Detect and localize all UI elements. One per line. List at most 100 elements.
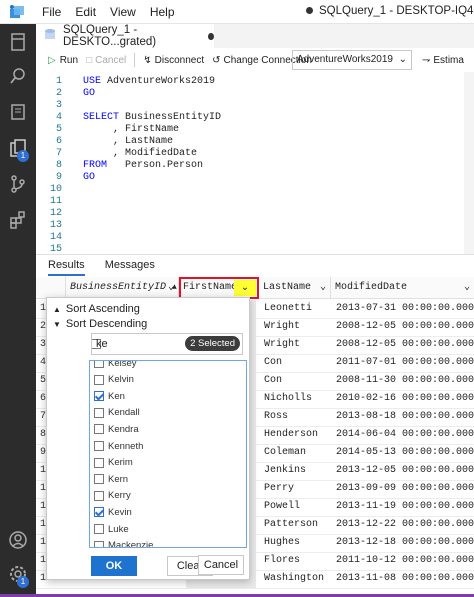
chevron-down-icon[interactable]: ⌄ bbox=[320, 277, 326, 299]
table-cell[interactable]: Henderson bbox=[264, 426, 318, 444]
table-cell[interactable]: Coleman bbox=[264, 444, 306, 462]
menu-view[interactable]: View bbox=[110, 5, 136, 19]
table-cell[interactable]: Washington bbox=[264, 570, 324, 588]
menu-file[interactable]: File bbox=[42, 5, 61, 19]
checkbox[interactable] bbox=[94, 424, 104, 435]
table-cell[interactable]: 2014-05-13 00:00:00.000 bbox=[336, 444, 474, 462]
checkbox[interactable] bbox=[94, 457, 104, 468]
search-icon[interactable] bbox=[8, 66, 28, 86]
code-line[interactable]: 7 , ModifiedDate bbox=[36, 148, 197, 160]
checkbox[interactable] bbox=[94, 474, 104, 485]
ok-button[interactable]: OK bbox=[91, 556, 137, 576]
connections-icon[interactable] bbox=[8, 32, 28, 52]
table-cell[interactable]: Con bbox=[264, 354, 282, 372]
account-icon[interactable] bbox=[8, 530, 28, 550]
table-cell[interactable]: Jenkins bbox=[264, 462, 306, 480]
table-cell[interactable]: Nicholls bbox=[264, 390, 312, 408]
table-cell[interactable]: 2011-07-01 00:00:00.000 bbox=[336, 354, 474, 372]
chevron-down-icon[interactable]: ⌄ bbox=[464, 277, 470, 299]
table-cell[interactable]: 2013-12-05 00:00:00.000 bbox=[336, 462, 474, 480]
filter-list-item[interactable]: Kendra bbox=[94, 421, 139, 437]
table-cell[interactable]: Ross bbox=[264, 408, 288, 426]
code-line[interactable]: 12 bbox=[36, 208, 62, 220]
checkbox[interactable] bbox=[94, 490, 104, 501]
checked-checkbox[interactable] bbox=[94, 507, 104, 518]
filter-list-item[interactable]: Kevin bbox=[94, 504, 132, 520]
settings-gear-icon[interactable]: 1 bbox=[8, 564, 29, 588]
code-line[interactable]: 8 FROM Person.Person bbox=[36, 160, 203, 172]
code-line[interactable]: 3 bbox=[36, 100, 62, 112]
code-line[interactable]: 6 , LastName bbox=[36, 136, 173, 148]
filter-list-item[interactable]: Mackenzie bbox=[94, 538, 153, 547]
cancel-query-button[interactable]: □ Cancel bbox=[86, 55, 126, 66]
checked-checkbox[interactable] bbox=[94, 391, 104, 402]
code-line[interactable]: 1 USE AdventureWorks2019 bbox=[36, 76, 215, 88]
table-cell[interactable]: 2008-12-05 00:00:00.000 bbox=[336, 336, 474, 354]
code-line[interactable]: 5 , FirstName bbox=[36, 124, 179, 136]
column-header-lastname[interactable]: LastName ⌄ bbox=[259, 277, 331, 299]
table-cell[interactable]: Flores bbox=[264, 552, 300, 570]
checkbox[interactable] bbox=[94, 441, 104, 451]
tab-results[interactable]: Results bbox=[48, 259, 85, 276]
disconnect-button[interactable]: ↯ Disconnect bbox=[143, 55, 204, 66]
menu-edit[interactable]: Edit bbox=[75, 5, 96, 19]
checkbox[interactable] bbox=[94, 540, 104, 547]
filter-list-item[interactable]: Luke bbox=[94, 521, 129, 537]
table-cell[interactable]: 2013-12-18 00:00:00.000 bbox=[336, 534, 474, 552]
menu-help[interactable]: Help bbox=[150, 5, 175, 19]
table-cell[interactable]: 2008-12-05 00:00:00.000 bbox=[336, 318, 474, 336]
checkbox[interactable] bbox=[94, 361, 104, 368]
extensions-icon[interactable] bbox=[8, 210, 28, 230]
checkbox[interactable] bbox=[94, 407, 104, 418]
explorer-icon[interactable]: 1 bbox=[8, 138, 29, 162]
notebook-icon[interactable] bbox=[8, 102, 28, 122]
filter-list-item[interactable]: Kerim bbox=[94, 455, 133, 471]
firstname-filter-button[interactable]: ⌄ bbox=[234, 280, 256, 296]
code-editor[interactable]: 1 USE AdventureWorks2019 2 GO 3 4 SELECT Busin… bbox=[36, 72, 474, 255]
column-header-businessentityid[interactable]: BusinessEntityID ▲ ⌄ bbox=[66, 277, 179, 299]
table-cell[interactable]: 2013-08-18 00:00:00.000 bbox=[336, 408, 474, 426]
filter-list-item[interactable]: Kerry bbox=[94, 488, 131, 504]
sort-descending-option[interactable]: ▼ Sort Descending bbox=[53, 318, 147, 330]
code-line[interactable]: 10 bbox=[36, 184, 62, 196]
column-header-modifieddate[interactable]: ModifiedDate ⌄ bbox=[331, 277, 474, 299]
filter-list-item[interactable]: Kendall bbox=[94, 405, 140, 421]
table-cell[interactable]: Patterson bbox=[264, 516, 318, 534]
table-cell[interactable]: Hughes bbox=[264, 534, 300, 552]
source-control-icon[interactable] bbox=[8, 174, 28, 194]
table-cell[interactable]: 2008-11-30 00:00:00.000 bbox=[336, 372, 474, 390]
code-line[interactable]: 9 GO bbox=[36, 172, 95, 184]
table-cell[interactable]: Perry bbox=[264, 480, 294, 498]
unsaved-dot-icon[interactable] bbox=[208, 32, 214, 40]
cancel-filter-button[interactable]: Cancel bbox=[198, 555, 244, 575]
table-cell[interactable]: Wright bbox=[264, 336, 300, 354]
table-cell[interactable]: 2010-02-16 00:00:00.000 bbox=[336, 390, 474, 408]
table-cell[interactable]: Powell bbox=[264, 498, 300, 516]
filter-list-item[interactable]: Kenneth bbox=[94, 438, 143, 454]
table-cell[interactable]: 2013-09-09 00:00:00.000 bbox=[336, 480, 474, 498]
filter-list-item[interactable]: Kern bbox=[94, 471, 128, 487]
checkbox[interactable] bbox=[94, 374, 104, 385]
code-line[interactable]: 2 GO bbox=[36, 88, 95, 100]
code-line[interactable]: 11 bbox=[36, 196, 62, 208]
table-cell[interactable]: 2013-07-31 00:00:00.000 bbox=[336, 300, 474, 318]
checkbox[interactable] bbox=[94, 524, 104, 534]
table-cell[interactable]: 2013-12-22 00:00:00.000 bbox=[336, 516, 474, 534]
table-cell[interactable]: 2014-06-04 00:00:00.000 bbox=[336, 426, 474, 444]
editor-scrollbar[interactable] bbox=[464, 72, 474, 254]
table-cell[interactable]: Con bbox=[264, 372, 282, 390]
table-cell[interactable]: Leonetti bbox=[264, 300, 312, 318]
filter-list-item[interactable]: Kelvin bbox=[94, 372, 134, 388]
estimated-plan-button[interactable]: ⇁ Estima bbox=[422, 55, 464, 66]
tab-sqlquery[interactable]: SQLQuery_1 - DESKTO...grated) bbox=[36, 24, 214, 48]
sort-ascending-option[interactable]: ▲ Sort Ascending bbox=[53, 303, 140, 315]
filter-list-item[interactable]: Ken bbox=[94, 388, 125, 404]
code-line[interactable]: 14 bbox=[36, 232, 62, 244]
table-cell[interactable]: 2011-10-12 00:00:00.000 bbox=[336, 552, 474, 570]
table-cell[interactable]: Wright bbox=[264, 318, 300, 336]
filter-list-item[interactable]: Keisey bbox=[94, 361, 137, 371]
table-cell[interactable]: 2013-11-08 00:00:00.000 bbox=[336, 570, 474, 588]
chevron-down-icon[interactable]: ⌄ bbox=[168, 277, 174, 299]
filter-values-list[interactable]: Keisey Kelvin Ken Kendall Kendra Kenneth Kerim… bbox=[89, 360, 247, 548]
code-line[interactable]: 4 SELECT BusinessEntityID bbox=[36, 112, 221, 124]
